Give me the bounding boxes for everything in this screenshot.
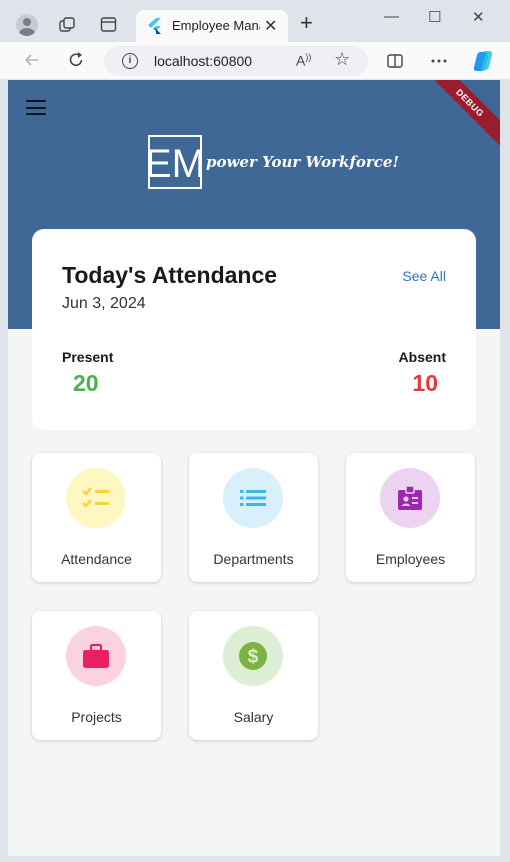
minimize-icon[interactable]: — bbox=[384, 8, 399, 25]
salary-icon-circle: $ bbox=[223, 626, 283, 686]
checklist-icon bbox=[82, 487, 109, 508]
maximize-icon[interactable]: ☐ bbox=[428, 8, 441, 26]
departments-tile-label: Departments bbox=[213, 551, 294, 567]
close-tab-icon[interactable]: ✕ bbox=[264, 16, 277, 36]
favorite-star-icon[interactable]: ☆ bbox=[334, 49, 350, 70]
projects-tile-label: Projects bbox=[71, 709, 122, 725]
briefcase-icon bbox=[83, 643, 109, 668]
present-label: Present bbox=[62, 349, 114, 365]
attendance-icon-circle bbox=[66, 468, 126, 528]
browser-toolbar: i localhost:60800 A)) ☆ bbox=[0, 42, 510, 80]
attendance-date: Jun 3, 2024 bbox=[62, 295, 146, 312]
more-options-icon[interactable] bbox=[430, 52, 448, 70]
profile-avatar-icon[interactable] bbox=[16, 14, 38, 36]
list-icon bbox=[240, 490, 266, 506]
flutter-favicon-icon bbox=[148, 18, 161, 34]
split-screen-icon[interactable] bbox=[386, 52, 404, 70]
salary-tile[interactable]: $ Salary bbox=[189, 611, 318, 740]
close-window-icon[interactable]: ✕ bbox=[472, 8, 485, 26]
svg-text:$: $ bbox=[248, 647, 259, 668]
badge-icon bbox=[398, 485, 422, 510]
departments-icon-circle bbox=[223, 468, 283, 528]
see-all-link[interactable]: See All bbox=[402, 268, 446, 284]
copilot-icon[interactable] bbox=[471, 49, 495, 73]
tab-title: Employee Management bbox=[172, 18, 260, 33]
back-icon[interactable] bbox=[22, 50, 42, 70]
workspaces-icon[interactable] bbox=[58, 16, 76, 34]
employees-icon-circle bbox=[380, 468, 440, 528]
absent-count: 10 bbox=[412, 370, 438, 396]
salary-tile-label: Salary bbox=[233, 709, 274, 725]
hamburger-menu-icon[interactable] bbox=[26, 100, 46, 116]
url-text: localhost:60800 bbox=[154, 53, 253, 69]
browser-titlebar: Employee Management ✕ + — ☐ ✕ bbox=[0, 0, 510, 42]
debug-banner: DEBUG bbox=[421, 80, 500, 152]
new-tab-icon[interactable]: + bbox=[300, 12, 313, 34]
read-aloud-icon[interactable]: A)) bbox=[296, 52, 311, 69]
present-count: 20 bbox=[73, 370, 99, 396]
attendance-tile[interactable]: Attendance bbox=[32, 453, 161, 582]
site-info-icon[interactable]: i bbox=[122, 53, 138, 69]
attendance-card: Today's Attendance Jun 3, 2024 See All P… bbox=[32, 229, 476, 430]
attendance-tile-label: Attendance bbox=[61, 551, 132, 567]
employees-tile[interactable]: Employees bbox=[346, 453, 475, 582]
browser-tab[interactable]: Employee Management ✕ bbox=[136, 10, 288, 42]
svg-text:EM: EM bbox=[148, 142, 202, 186]
projects-icon-circle bbox=[66, 626, 126, 686]
tagline: power Your Workforce! bbox=[206, 153, 400, 171]
employees-tile-label: Employees bbox=[375, 551, 446, 567]
attendance-title: Today's Attendance bbox=[62, 262, 278, 288]
company-logo: EM bbox=[148, 135, 202, 189]
absent-label: Absent bbox=[398, 349, 446, 365]
projects-tile[interactable]: Projects bbox=[32, 611, 161, 740]
departments-tile[interactable]: Departments bbox=[189, 453, 318, 582]
address-bar[interactable]: i localhost:60800 A)) ☆ bbox=[104, 46, 368, 76]
refresh-icon[interactable] bbox=[66, 50, 86, 70]
tab-actions-icon[interactable] bbox=[100, 16, 117, 33]
dollar-icon: $ bbox=[239, 642, 267, 670]
app-viewport: DEBUG EM power Your Workforce! Today's A… bbox=[8, 80, 500, 856]
